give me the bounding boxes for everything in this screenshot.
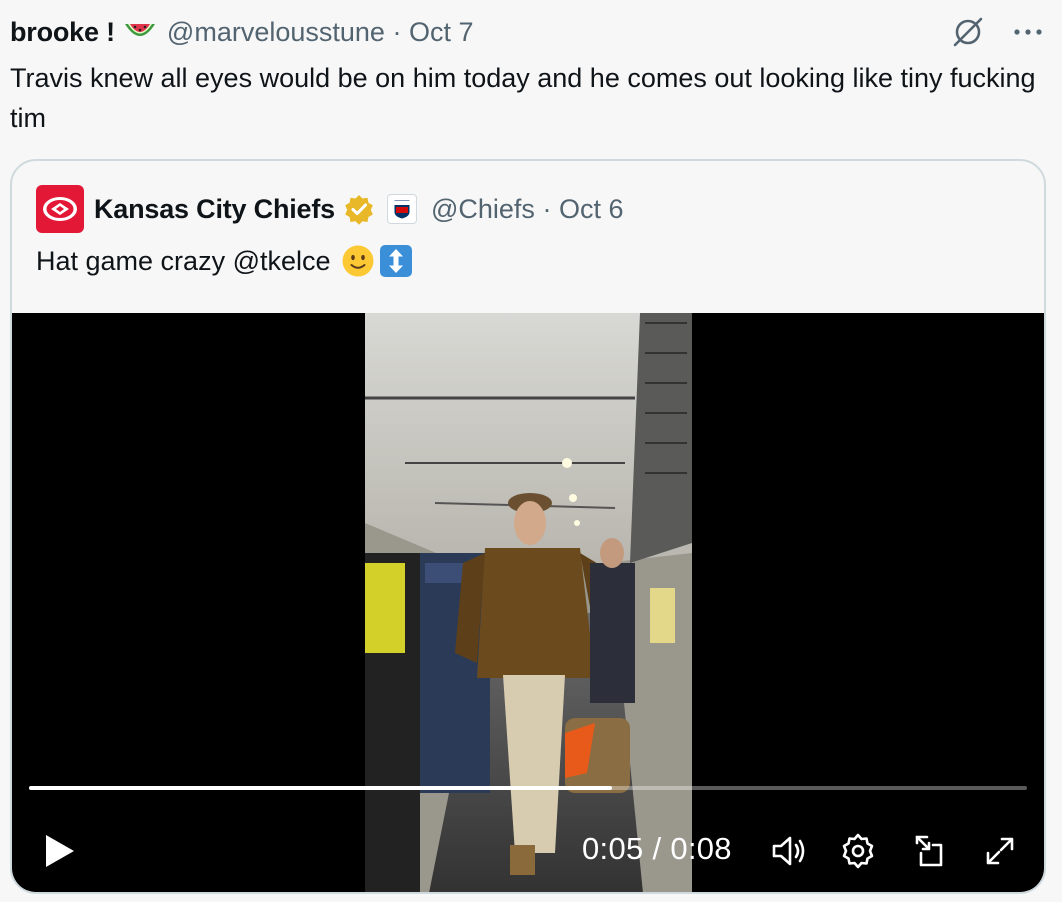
quoted-tweet-header: Kansas City Chiefs @Chiefs · Oct 6: [36, 185, 624, 233]
volume-icon[interactable]: [769, 831, 809, 871]
video-controls: 0:05 / 0:08: [12, 823, 1044, 879]
chiefs-logo[interactable]: [36, 185, 84, 233]
post-date[interactable]: Oct 7: [409, 17, 474, 47]
author-meta[interactable]: @marvelousstune · Oct 7: [167, 17, 474, 48]
up-down-arrow-icon: [379, 244, 413, 278]
pip-icon[interactable]: [911, 831, 951, 871]
progress-fill: [29, 786, 612, 790]
quoted-author-name[interactable]: Kansas City Chiefs: [94, 194, 335, 225]
quoted-tweet-text-row: Hat game crazy @tkelce: [36, 241, 413, 281]
meta-separator: ·: [392, 16, 402, 47]
header-actions: [948, 12, 1048, 52]
progress-bar[interactable]: [29, 786, 1027, 790]
verified-icon: [343, 193, 375, 225]
grok-icon[interactable]: [948, 12, 988, 52]
video-frame: [365, 313, 692, 892]
tweet-header: brooke ! @marvelousstune · Oct 7: [10, 12, 1048, 52]
author-name[interactable]: brooke !: [10, 17, 115, 48]
time-display: 0:05 / 0:08: [582, 831, 732, 867]
quoted-tweet[interactable]: Kansas City Chiefs @Chiefs · Oct 6 Hat g…: [10, 159, 1046, 894]
video-player[interactable]: 0:05 / 0:08: [12, 313, 1044, 892]
author-handle[interactable]: @marvelousstune: [167, 17, 385, 47]
fullscreen-icon[interactable]: [980, 831, 1020, 871]
watermelon-icon: [123, 18, 157, 46]
more-icon[interactable]: [1008, 12, 1048, 52]
time-separator: /: [652, 831, 662, 866]
slightly-smiling-face-icon: [341, 244, 375, 278]
quoted-post-date[interactable]: Oct 6: [559, 194, 624, 224]
quoted-tweet-text: Hat game crazy @tkelce: [36, 246, 331, 276]
meta-separator: ·: [542, 193, 552, 224]
play-icon[interactable]: [40, 829, 80, 873]
nfl-icon[interactable]: [386, 194, 417, 224]
duration: 0:08: [670, 831, 732, 866]
settings-icon[interactable]: [838, 831, 878, 871]
quoted-author-handle[interactable]: @Chiefs: [431, 194, 535, 224]
tweet-text: Travis knew all eyes would be on him tod…: [10, 63, 1036, 133]
quoted-author-meta[interactable]: @Chiefs · Oct 6: [431, 194, 624, 225]
current-time: 0:05: [582, 831, 644, 866]
